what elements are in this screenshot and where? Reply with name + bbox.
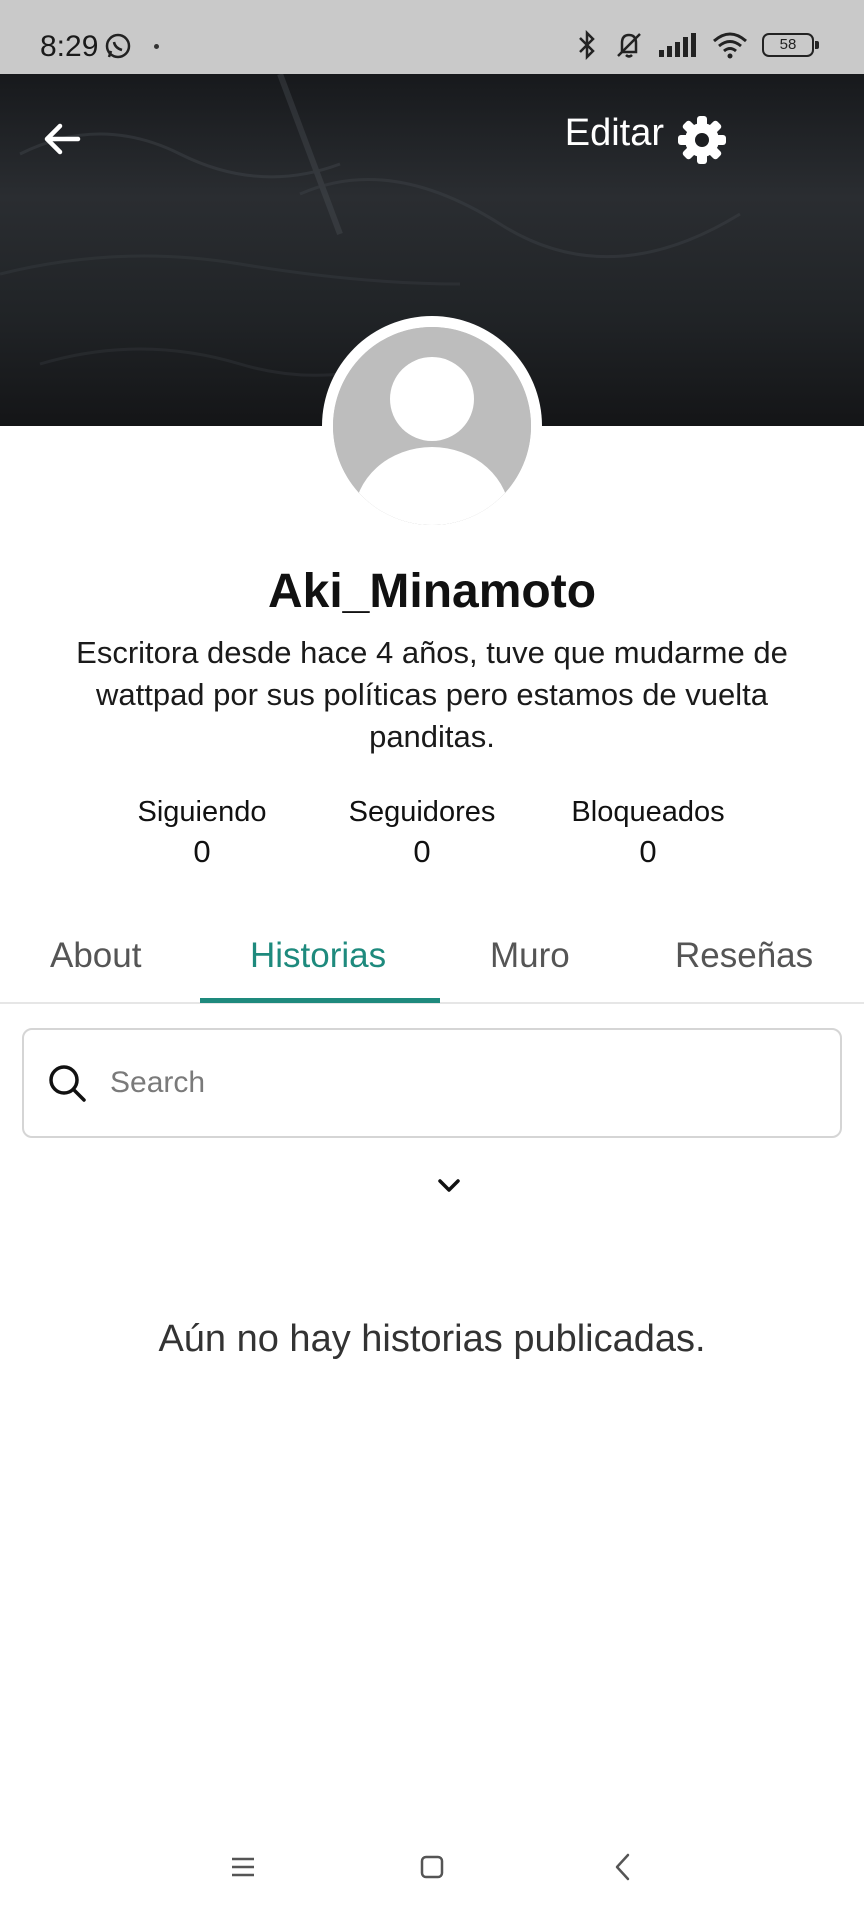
- battery-icon: 58: [762, 33, 819, 57]
- stat-label: Seguidores: [348, 796, 496, 828]
- avatar[interactable]: [322, 316, 542, 536]
- status-time: 8:29: [40, 30, 99, 63]
- edit-label: Editar: [564, 112, 664, 154]
- wifi-icon: [713, 32, 747, 59]
- stat-value: 0: [193, 834, 211, 869]
- notification-dot: [154, 43, 159, 49]
- avatar-placeholder: [333, 327, 531, 525]
- system-nav-bar: [0, 1820, 864, 1920]
- home-icon[interactable]: [407, 1842, 457, 1892]
- stat-value: 0: [413, 834, 431, 869]
- profile-tabs: About Historias Muro Reseñas: [0, 920, 864, 1004]
- stat-label: Bloqueados: [571, 796, 725, 828]
- chevron-down-icon[interactable]: [434, 1170, 464, 1200]
- signal-icon: [659, 33, 696, 57]
- tab-about[interactable]: About: [50, 936, 141, 976]
- stat-label: Siguiendo: [137, 796, 267, 828]
- profile-stats: Siguiendo 0 Seguidores 0 Bloqueados 0: [0, 792, 864, 882]
- whatsapp-icon: [105, 33, 131, 59]
- status-bar: 8:29 58: [0, 0, 864, 74]
- user-silhouette-icon: [333, 327, 531, 525]
- status-right-icons: 58: [574, 30, 819, 60]
- tab-resenas[interactable]: Reseñas: [675, 936, 813, 976]
- back-arrow-icon[interactable]: [38, 114, 88, 164]
- active-tab-indicator: [200, 998, 440, 1003]
- status-left-icons: [104, 32, 159, 60]
- gear-icon[interactable]: [676, 114, 728, 166]
- profile-bio: Escritora desde hace 4 años, tuve que mu…: [76, 635, 788, 754]
- tab-muro[interactable]: Muro: [490, 936, 570, 976]
- bluetooth-icon: [579, 30, 595, 60]
- search-box[interactable]: [22, 1028, 842, 1138]
- search-input[interactable]: [110, 1066, 840, 1100]
- stat-followers[interactable]: Seguidores 0: [336, 792, 508, 872]
- back-nav-icon[interactable]: [598, 1842, 648, 1892]
- stat-following[interactable]: Siguiendo 0: [120, 792, 284, 872]
- stat-value: 0: [639, 834, 657, 869]
- stat-blocked[interactable]: Bloqueados 0: [560, 792, 736, 872]
- tab-historias[interactable]: Historias: [250, 936, 386, 976]
- username: Aki_Minamoto: [267, 565, 597, 618]
- empty-state-message: Aún no hay historias publicadas.: [158, 1318, 706, 1360]
- menu-icon[interactable]: [218, 1842, 268, 1892]
- search-icon: [49, 1065, 86, 1102]
- edit-profile-button[interactable]: Editar: [565, 112, 664, 155]
- mute-icon: [617, 33, 641, 58]
